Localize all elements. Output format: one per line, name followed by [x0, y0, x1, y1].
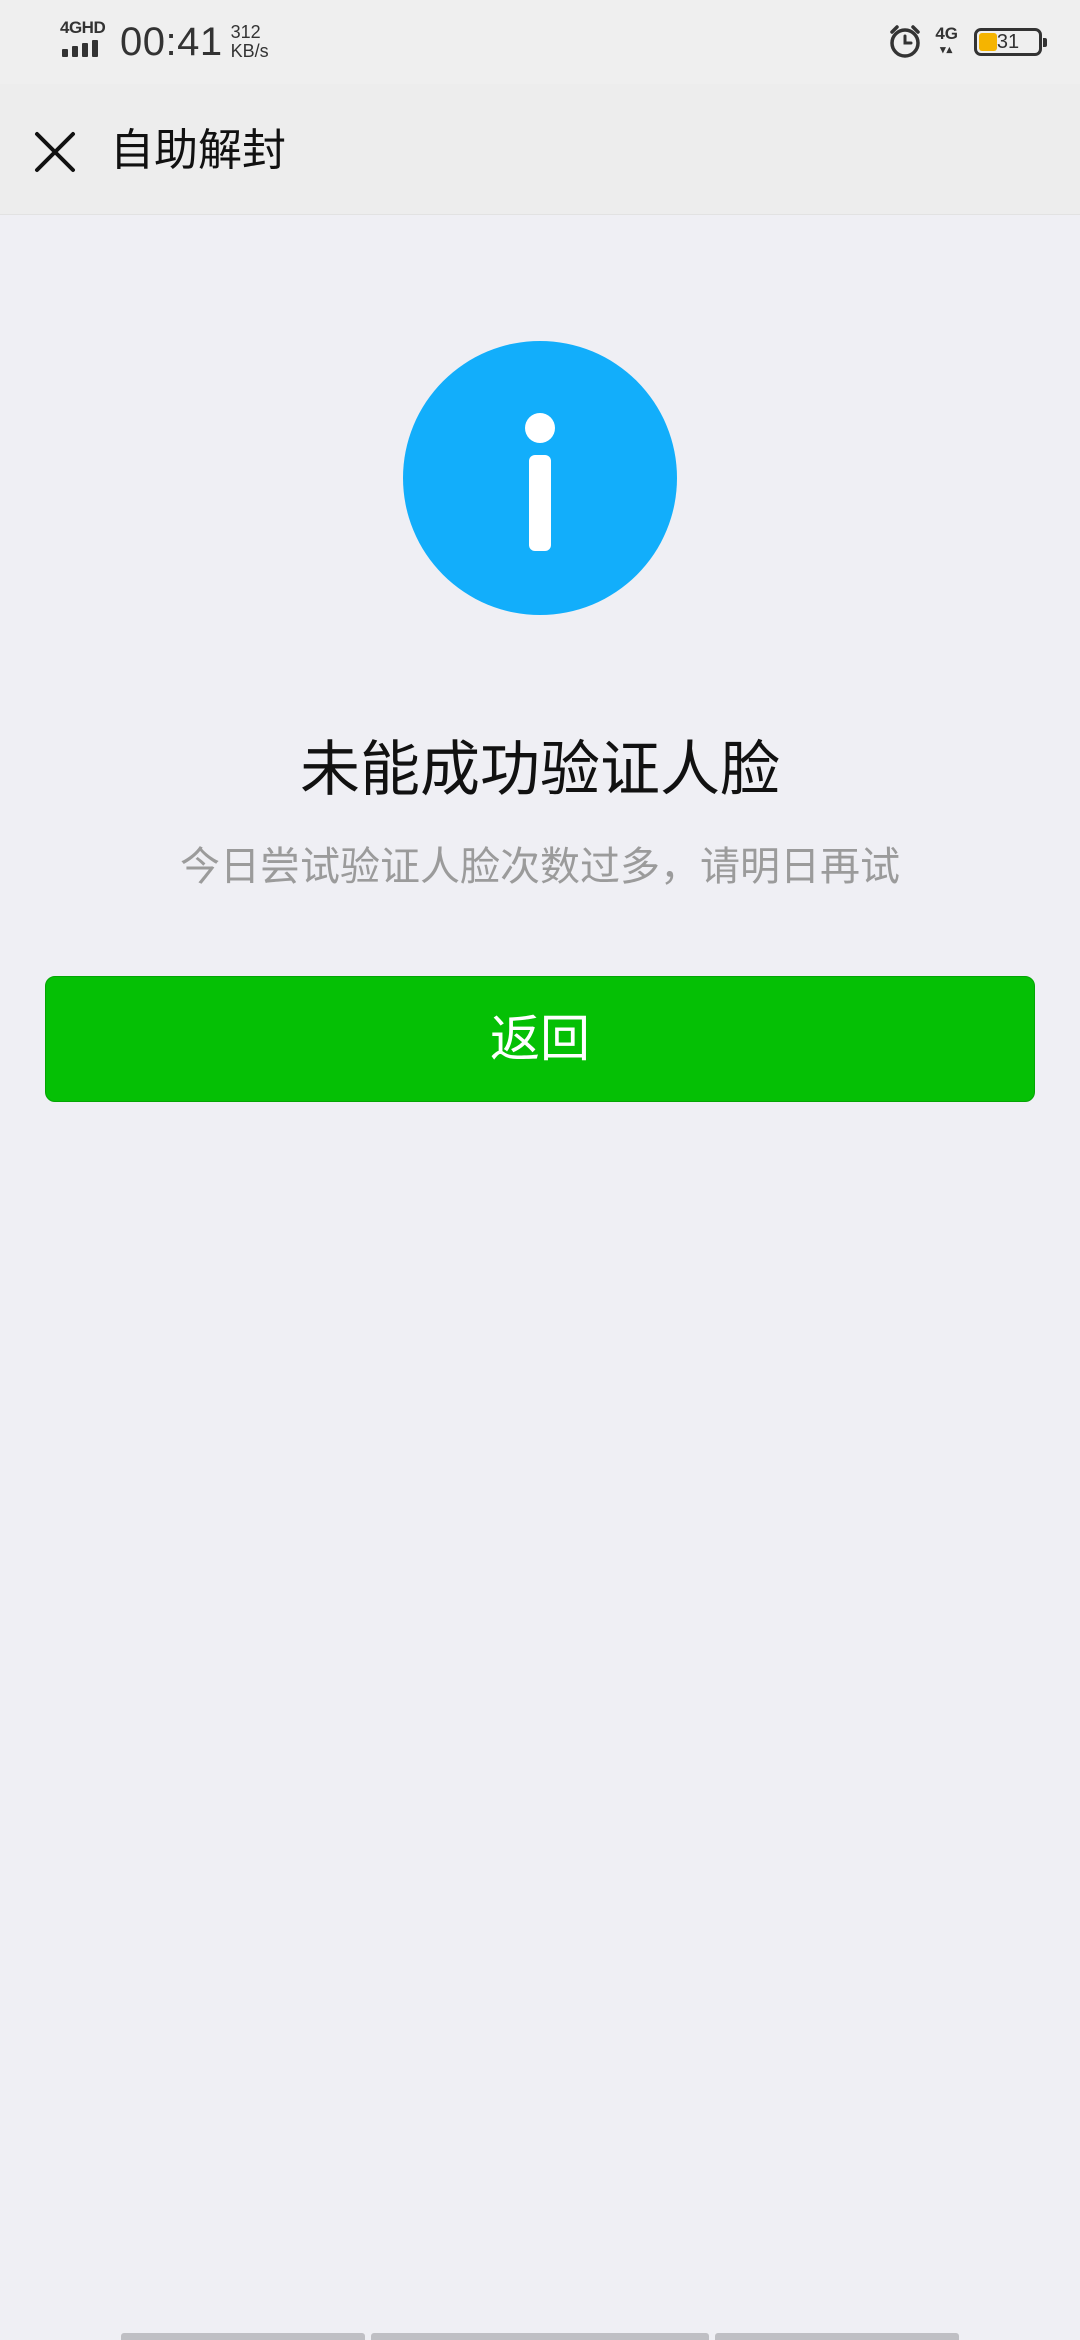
alarm-icon [890, 25, 921, 58]
network-indicator: 4G ▾▴ [935, 24, 958, 58]
result-title: 未能成功验证人脸 [300, 735, 780, 805]
network-speed: 312 KB/s [231, 23, 269, 61]
gesture-bar-center[interactable] [371, 2333, 709, 2340]
data-arrows-icon: ▾▴ [940, 44, 954, 56]
page-title: 自助解封 [110, 125, 286, 176]
close-icon [35, 132, 75, 172]
status-right: 4G ▾▴ 31 [887, 22, 1047, 62]
status-left: 4GHD 00:41 312 KB/s [58, 18, 269, 66]
signal-bars [62, 40, 98, 57]
result-description: 今日尝试验证人脸次数过多，请明日再试 [180, 844, 900, 890]
network-right-label: 4G [935, 24, 958, 43]
gesture-bar-right[interactable] [715, 2333, 959, 2340]
info-icon [403, 341, 677, 615]
battery-icon: 31 [974, 28, 1047, 56]
close-button[interactable] [20, 117, 90, 187]
speed-value: 312 [230, 22, 261, 42]
info-icon-bar [529, 455, 551, 551]
info-icon-dot [525, 413, 555, 443]
clock: 00:41 [120, 19, 223, 64]
gesture-bar-left[interactable] [121, 2333, 365, 2340]
status-bar: 4GHD 00:41 312 KB/s 4G ▾▴ 31 [0, 0, 1080, 84]
back-button[interactable]: 返回 [45, 976, 1035, 1102]
nav-bar: 自助解封 [0, 84, 1080, 215]
signal-icon: 4GHD [58, 18, 108, 66]
network-type-label: 4GHD [60, 18, 106, 37]
battery-level: 31 [996, 31, 1020, 53]
speed-unit: KB/s [230, 41, 269, 61]
